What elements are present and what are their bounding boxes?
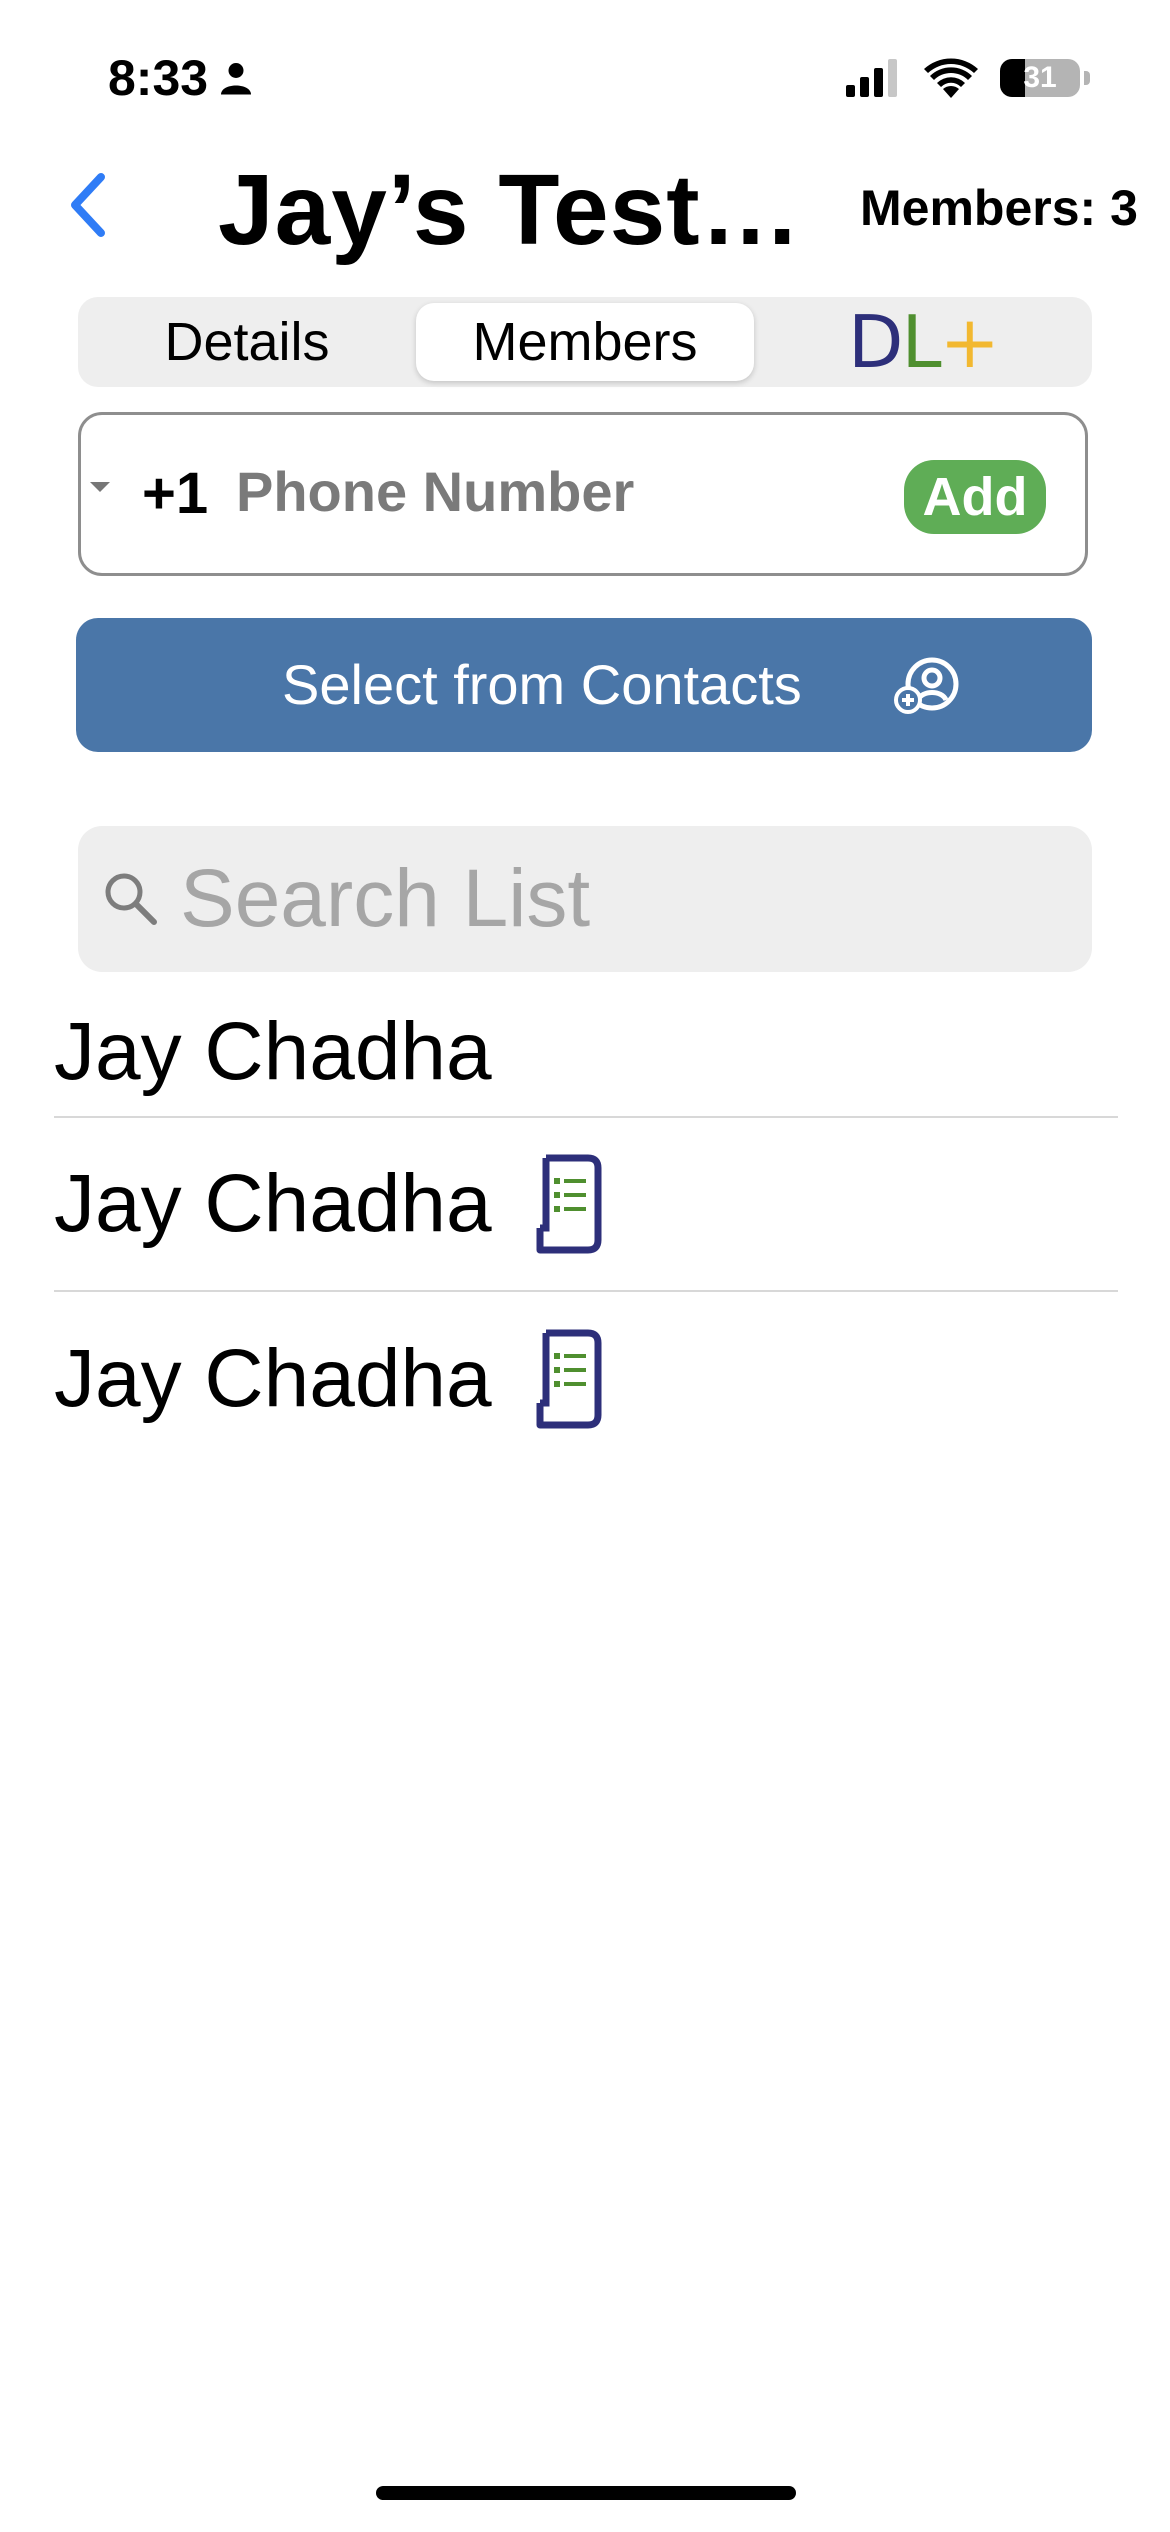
chevron-left-icon: [71, 173, 105, 237]
status-time: 8:33: [108, 48, 254, 108]
battery-nub: [1084, 71, 1090, 85]
dl-logo-d: D: [848, 300, 903, 384]
country-code[interactable]: +1: [142, 462, 208, 526]
member-name: Jay Chadha: [54, 1158, 492, 1249]
battery-icon: 31: [1000, 59, 1080, 97]
list-item[interactable]: Jay Chadha: [54, 1118, 1118, 1292]
list-document-icon[interactable]: [532, 1154, 602, 1254]
back-button[interactable]: [52, 160, 122, 250]
search-input[interactable]: [180, 856, 1060, 942]
member-name: Jay Chadha: [54, 1006, 492, 1097]
select-from-contacts-button[interactable]: Select from Contacts: [76, 618, 1092, 752]
tab-members-label: Members: [472, 312, 698, 372]
segmented-control: Details Members D L +: [78, 297, 1092, 387]
status-icons: 31: [846, 52, 1090, 104]
dl-plus-logo: D L +: [848, 300, 1000, 384]
search-box: [78, 826, 1092, 972]
search-icon: [105, 873, 157, 925]
add-button[interactable]: Add: [904, 460, 1046, 534]
list-document-icon[interactable]: [532, 1329, 602, 1429]
status-time-text: 8:33: [108, 50, 209, 106]
person-icon: [221, 63, 252, 95]
dl-logo-l: L: [901, 300, 942, 384]
tab-details[interactable]: Details: [78, 303, 416, 381]
list-item[interactable]: Jay Chadha: [54, 1292, 1118, 1466]
tab-dl-plus[interactable]: D L +: [754, 300, 1092, 384]
battery-level: 31: [1023, 61, 1057, 94]
select-from-contacts-label: Select from Contacts: [282, 653, 802, 716]
tab-members[interactable]: Members: [416, 303, 754, 381]
country-code-dropdown-icon[interactable]: [90, 482, 110, 492]
add-button-label: Add: [922, 467, 1028, 527]
list-item[interactable]: Jay Chadha: [54, 990, 1118, 1118]
home-indicator[interactable]: [376, 2486, 796, 2500]
member-name: Jay Chadha: [54, 1333, 492, 1424]
cellular-signal-icon: [846, 59, 897, 97]
phone-number-input[interactable]: [236, 460, 876, 524]
member-list: Jay Chadha Jay Chadha Jay Chadha: [54, 990, 1118, 1466]
add-contact-icon: [894, 657, 959, 714]
page-title: Jay’s Test…: [218, 154, 802, 266]
wifi-icon: [924, 58, 978, 98]
dl-logo-plus: +: [939, 300, 1000, 384]
members-count: Members: 3: [860, 180, 1138, 236]
tab-details-label: Details: [164, 312, 330, 372]
